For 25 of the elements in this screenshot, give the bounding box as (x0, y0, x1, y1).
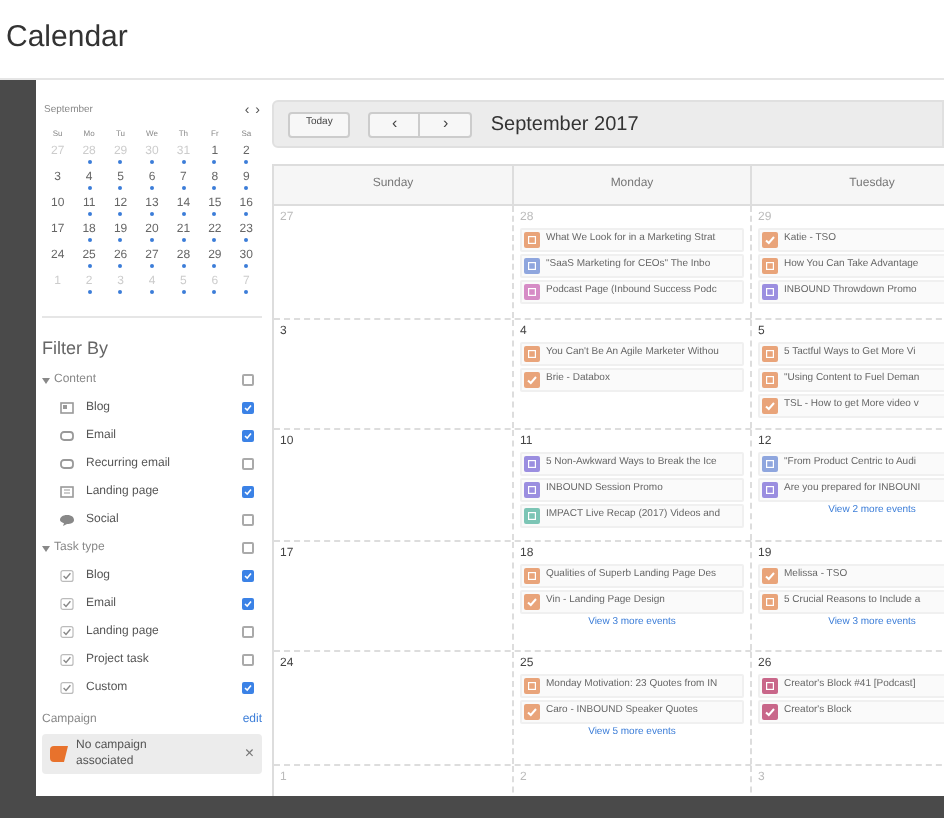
next-month-button[interactable]: › (420, 111, 473, 137)
caret-down-icon[interactable] (42, 377, 50, 383)
checkmark-icon (60, 570, 74, 582)
checkmark-icon (60, 598, 74, 610)
content-type-icon (60, 486, 74, 498)
filter-heading: Filter By (42, 335, 111, 362)
remove-campaign-button[interactable]: × (244, 742, 254, 766)
checkmark-icon (60, 654, 74, 666)
checkmark-icon (60, 626, 74, 638)
content-type-icon (60, 430, 74, 442)
checkbox[interactable] (242, 654, 254, 666)
content-type-icon (60, 458, 74, 470)
campaign-flag-icon (50, 746, 68, 762)
month-title: September 2017 (490, 111, 639, 139)
checkbox[interactable] (242, 542, 254, 554)
previous-month-button[interactable]: ‹ (368, 111, 421, 137)
caret-down-icon[interactable] (42, 545, 50, 551)
page-title: Calendar (6, 18, 128, 59)
checkbox[interactable] (242, 458, 254, 470)
checkmark-icon (60, 682, 74, 694)
checkbox[interactable] (242, 374, 254, 386)
content-type-icon (60, 402, 74, 414)
content-type-icon (60, 514, 74, 526)
checkbox[interactable] (242, 514, 254, 526)
checkbox[interactable] (242, 626, 254, 638)
